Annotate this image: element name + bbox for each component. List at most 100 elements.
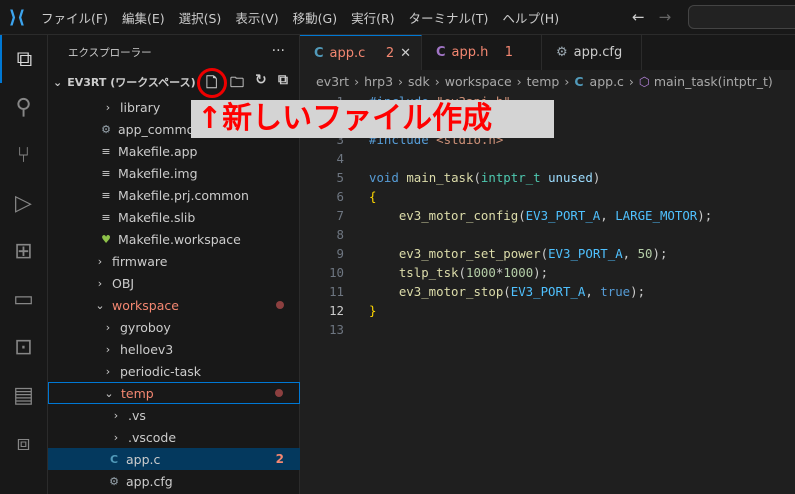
other-icon[interactable]: ⧈ <box>0 419 47 467</box>
explorer-icon[interactable]: ⧉ <box>0 35 47 83</box>
breadcrumb-item[interactable]: hrp3 <box>364 74 393 89</box>
workspace-name: EV3RT (ワークスペース) <box>67 76 196 89</box>
vscode-logo-icon: ⟩⟨ <box>8 6 26 28</box>
tree-item[interactable]: Capp.c 2 <box>48 448 300 470</box>
line-number: 8 <box>336 227 344 242</box>
file-lines-icon: ≡ <box>101 144 111 158</box>
tree-item[interactable]: › firmware <box>48 250 300 272</box>
tree-item[interactable]: ≡ Makefile.img <box>48 162 300 184</box>
tree-item-label: OBJ <box>112 275 135 291</box>
chevron-right-icon: › <box>113 408 119 422</box>
more-actions-icon[interactable]: ··· <box>272 43 285 59</box>
tree-item-label: app.cfg <box>126 473 173 489</box>
tree-item[interactable]: › OBJ <box>48 272 300 294</box>
line-number: 10 <box>329 265 344 280</box>
collapse-all-icon[interactable]: ⧉ <box>278 72 288 88</box>
extensions-icon[interactable]: ⊞ <box>0 227 47 275</box>
code-line[interactable]: ev3_motor_config(EV3_PORT_A, LARGE_MOTOR… <box>369 208 712 223</box>
chevron-right-icon: › <box>354 73 360 89</box>
forward-arrow-icon[interactable]: → <box>659 8 672 26</box>
tab-label: app.cfg <box>573 45 623 60</box>
explorer-title: エクスプローラー <box>68 47 152 59</box>
code-line[interactable]: ev3_motor_set_power(EV3_PORT_A, 50); <box>369 246 668 261</box>
code-line[interactable]: tslp_tsk(1000*1000); <box>369 265 548 280</box>
tree-item[interactable]: ≡ Makefile.prj.common <box>48 184 300 206</box>
menu-bar: ファイル(F) 編集(E) 選択(S) 表示(V) 移動(G) 実行(R) ターミナル(T)… <box>34 8 566 27</box>
tree-item[interactable]: › periodic-task <box>48 360 300 382</box>
tree-item-label: Makefile.app <box>118 143 198 159</box>
breadcrumb-item[interactable]: temp <box>527 74 560 89</box>
chevron-right-icon: › <box>434 73 440 89</box>
menu-item[interactable]: 移動(G) <box>286 8 344 27</box>
tree-item-label: Makefile.workspace <box>118 231 241 247</box>
run-debug-icon[interactable]: ▷ <box>0 179 47 227</box>
line-number: 11 <box>329 284 344 299</box>
source-control-icon[interactable]: ⑂ <box>0 131 47 179</box>
file-lines-icon: ≡ <box>101 166 111 180</box>
close-icon[interactable]: ✕ <box>400 46 411 61</box>
refresh-icon[interactable]: ↻ <box>255 72 267 88</box>
workspace-header[interactable]: ⌄ EV3RT (ワークスペース) 🗋 🗀 ↻ ⧉ <box>48 70 299 94</box>
tree-item-label: Makefile.img <box>118 165 198 181</box>
folders-icon[interactable]: ▤ <box>0 371 47 419</box>
problem-count-badge: 2 <box>385 45 395 61</box>
line-number: 13 <box>329 322 344 337</box>
menu-item[interactable]: 表示(V) <box>228 8 285 27</box>
terminal-icon[interactable]: ⊡ <box>0 323 47 371</box>
menu-item[interactable]: ターミナル(T) <box>402 8 496 27</box>
tab-app-cfg[interactable]: ⚙ app.cfg <box>542 35 642 70</box>
breadcrumb-item[interactable]: workspace <box>445 74 512 89</box>
tab-label: app.h <box>451 45 489 60</box>
menu-item[interactable]: ヘルプ(H) <box>495 8 566 27</box>
tree-item[interactable]: › .vs <box>48 404 300 426</box>
modified-dot <box>276 301 284 309</box>
breadcrumb-item[interactable]: ev3rt <box>316 74 349 89</box>
breadcrumb-item[interactable]: sdk <box>408 74 430 89</box>
tab-app-h[interactable]: Capp.h 1 <box>422 35 542 70</box>
chevron-right-icon: › <box>105 100 111 114</box>
chevron-right-icon: › <box>97 254 103 268</box>
search-icon[interactable]: ⚲ <box>0 83 47 131</box>
menu-item[interactable]: 選択(S) <box>172 8 229 27</box>
chevron-right-icon: › <box>398 73 404 89</box>
tree-item-label: helloev3 <box>120 341 174 357</box>
symbol-method-icon: ⬡ <box>638 73 650 89</box>
annotation-label: ↑新しいファイル作成 <box>191 100 554 138</box>
line-number: 4 <box>336 151 344 166</box>
tree-item[interactable]: ♥ Makefile.workspace <box>48 228 300 250</box>
menu-item[interactable]: 実行(R) <box>344 8 401 27</box>
title-bar: ⟩⟨ ファイル(F) 編集(E) 選択(S) 表示(V) 移動(G) 実行(R) ターミナル… <box>0 0 795 35</box>
c-file-icon: C <box>314 45 324 61</box>
tree-item[interactable]: › helloev3 <box>48 338 300 360</box>
modified-dot <box>275 389 283 397</box>
tree-item[interactable]: ⌄ workspace <box>48 294 300 316</box>
gear-icon: ⚙ <box>101 122 111 136</box>
tree-item-label: app.c <box>126 451 161 467</box>
code-line[interactable]: ev3_motor_stop(EV3_PORT_A, true); <box>369 284 645 299</box>
menu-item[interactable]: ファイル(F) <box>34 8 115 27</box>
tree-item[interactable]: › gyroboy <box>48 316 300 338</box>
tree-item[interactable]: ⌄ temp <box>48 382 300 404</box>
c-file-icon: C <box>436 45 446 60</box>
remote-explorer-icon[interactable]: ▭ <box>0 275 47 323</box>
new-folder-icon[interactable]: 🗀 <box>230 72 244 96</box>
problem-count-badge: 1 <box>504 45 513 60</box>
tree-item[interactable]: ≡ Makefile.app <box>48 140 300 162</box>
code-line[interactable]: } <box>369 303 376 318</box>
tree-item[interactable]: ⚙ app.cfg <box>48 470 300 492</box>
menu-item[interactable]: 編集(E) <box>115 8 172 27</box>
breadcrumb-item[interactable]: main_task(intptr_t) <box>654 74 773 89</box>
line-number: 12 <box>329 303 344 318</box>
tab-label: app.c <box>329 45 366 61</box>
command-center-search[interactable] <box>688 5 795 29</box>
back-arrow-icon[interactable]: ← <box>632 8 645 26</box>
tree-item[interactable]: ≡ Makefile.slib <box>48 206 300 228</box>
tree-item[interactable]: › .vscode <box>48 426 300 448</box>
chevron-right-icon: › <box>97 276 103 290</box>
breadcrumb: ev3rt › hrp3 › sdk › workspace › temp › Capp.c › ⬡ ma… <box>300 70 795 92</box>
breadcrumb-item[interactable]: app.c <box>590 74 624 89</box>
code-line[interactable]: void main_task(intptr_t unused) <box>369 170 600 185</box>
tab-app-c[interactable]: Capp.c 2 ✕ <box>300 35 422 70</box>
code-line[interactable]: { <box>369 189 376 204</box>
line-number: 6 <box>336 189 344 204</box>
